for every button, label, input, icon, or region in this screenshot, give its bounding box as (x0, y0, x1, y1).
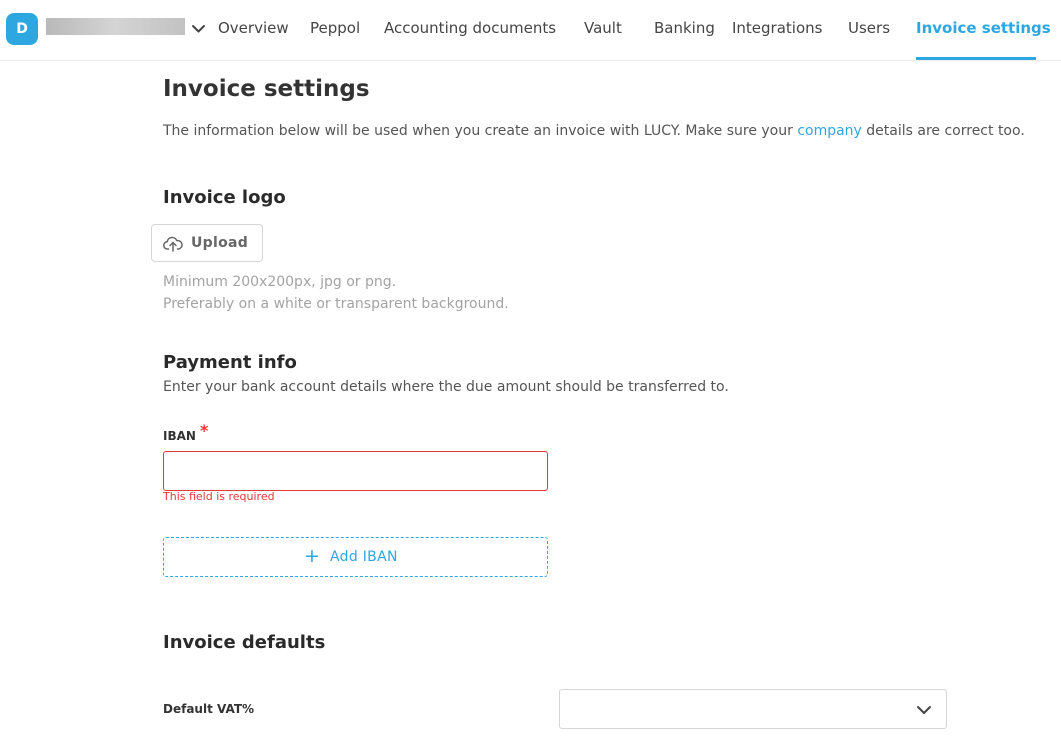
add-iban-label: Add IBAN (330, 549, 398, 565)
iban-label-text: IBAN (163, 429, 196, 443)
default-vat-select[interactable] (559, 689, 947, 729)
page-title: Invoice settings (163, 76, 370, 102)
chevron-down-icon (917, 706, 931, 714)
iban-error-message: This field is required (163, 490, 275, 503)
nav-item-accounting-documents[interactable]: Accounting documents (384, 0, 556, 58)
nav-item-peppol[interactable]: Peppol (310, 0, 360, 58)
default-vat-label: Default VAT% (163, 702, 255, 716)
top-navigation: D Overview Peppol Accounting documents V… (0, 0, 1061, 61)
iban-input[interactable] (163, 451, 548, 491)
company-name-redacted[interactable] (46, 18, 185, 35)
cloud-upload-icon (163, 236, 183, 252)
company-avatar[interactable]: D (6, 13, 38, 45)
nav-item-overview[interactable]: Overview (218, 0, 289, 58)
iban-label: IBAN * (163, 421, 208, 444)
intro-text-before: The information below will be used when … (163, 123, 798, 139)
add-iban-button[interactable]: + Add IBAN (163, 537, 548, 577)
required-marker: * (199, 421, 209, 440)
nav-item-integrations[interactable]: Integrations (732, 0, 822, 58)
nav-item-invoice-settings[interactable]: Invoice settings (916, 0, 1051, 60)
payment-info-description: Enter your bank account details where th… (163, 379, 729, 395)
upload-label: Upload (191, 235, 249, 251)
logo-hint-size: Minimum 200x200px, jpg or png. (163, 274, 397, 290)
company-link[interactable]: company (797, 123, 862, 139)
upload-logo-button[interactable]: Upload (151, 224, 263, 262)
invoice-logo-heading: Invoice logo (163, 187, 286, 208)
logo-hint-background: Preferably on a white or transparent bac… (163, 296, 509, 312)
payment-info-heading: Payment info (163, 352, 297, 373)
intro-text-after: details are correct too. (861, 123, 1025, 139)
page-intro: The information below will be used when … (163, 123, 1025, 139)
nav-item-users[interactable]: Users (848, 0, 890, 58)
invoice-defaults-heading: Invoice defaults (163, 632, 326, 653)
chevron-down-icon[interactable] (190, 20, 207, 37)
nav-item-vault[interactable]: Vault (584, 0, 622, 58)
nav-item-banking[interactable]: Banking (654, 0, 715, 58)
plus-icon: + (304, 545, 320, 567)
